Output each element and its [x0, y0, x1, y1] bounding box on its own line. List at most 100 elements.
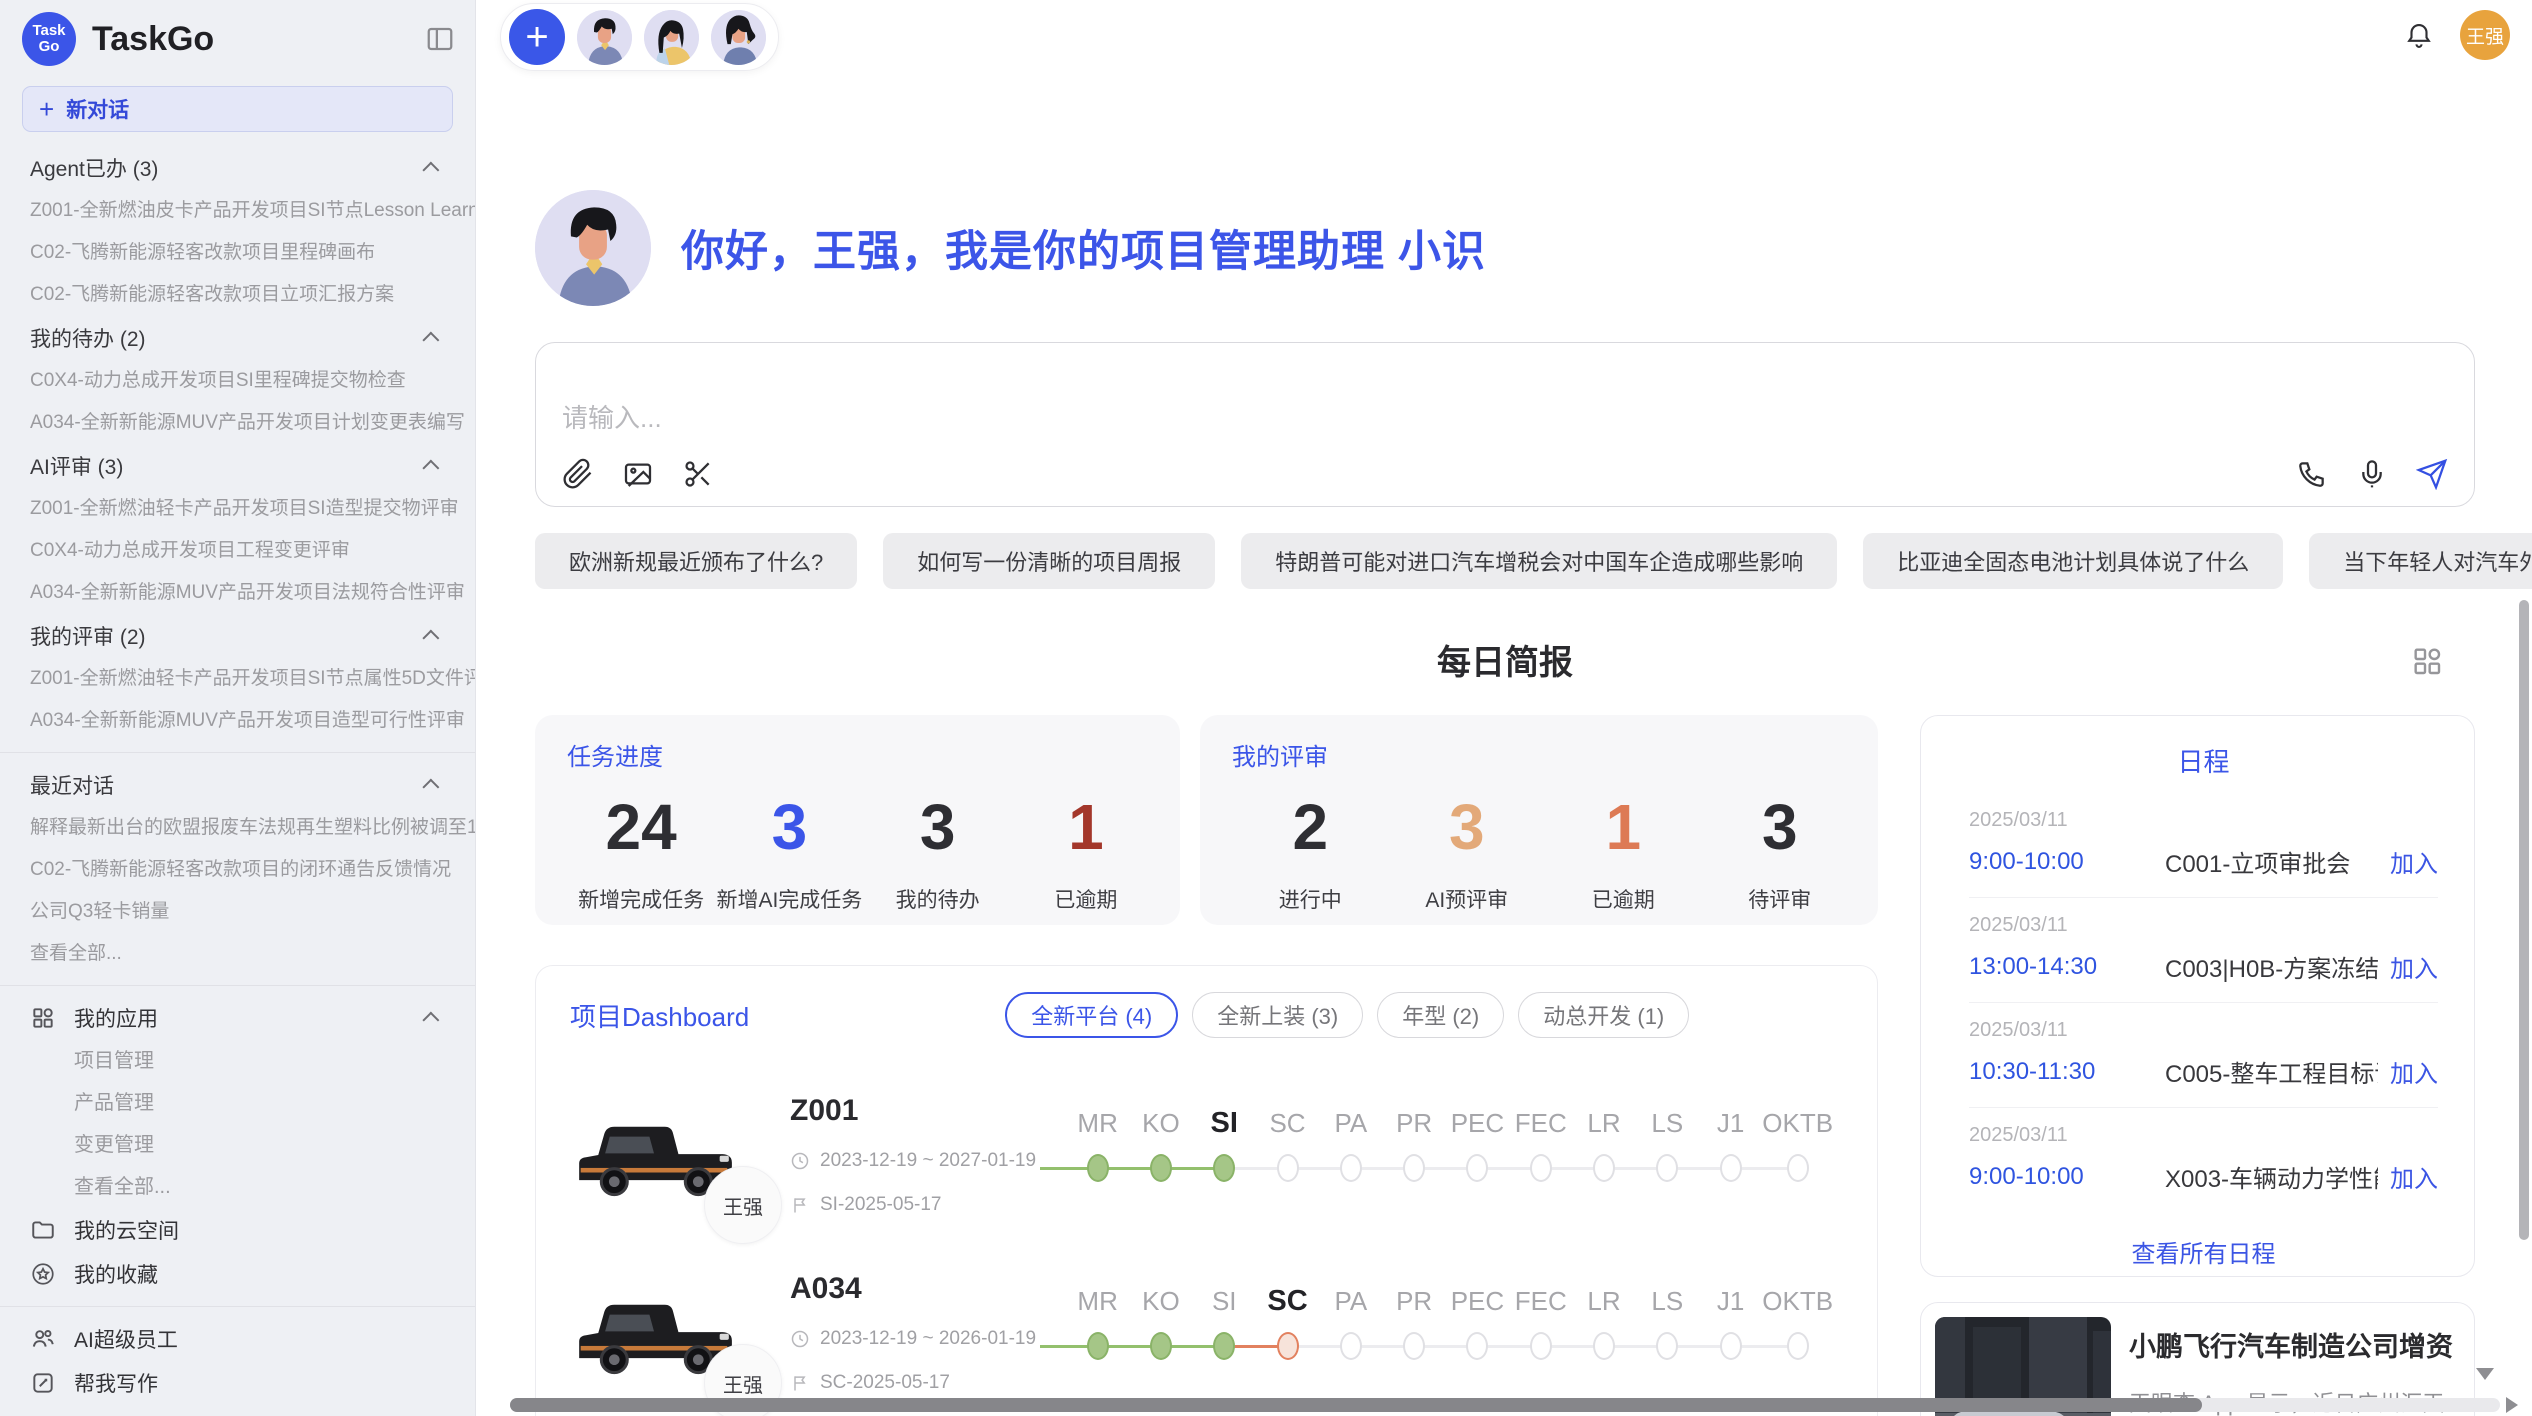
join-link[interactable]: 加入 — [2390, 1054, 2438, 1089]
list-item[interactable]: C02-飞腾新能源轻客改款项目里程碑画布 — [30, 232, 475, 274]
agent-avatar-1[interactable] — [577, 10, 632, 65]
milestone-dot — [1340, 1332, 1362, 1360]
new-chat-button[interactable]: + 新对话 — [22, 86, 453, 132]
sidebar-item-ai-employee[interactable]: AI超级员工 — [30, 1317, 475, 1361]
milestone-dot — [1150, 1154, 1172, 1182]
list-item[interactable]: A034-全新新能源MUV产品开发项目造型可行性评审 — [30, 700, 475, 742]
list-item[interactable]: Z001-全新燃油轻卡产品开发项目SI节点属性5D文件评审 — [30, 658, 475, 700]
join-link[interactable]: 加入 — [2390, 844, 2438, 879]
filter-pill[interactable]: 动总开发 (1) — [1518, 992, 1689, 1038]
scroll-right-arrow-icon[interactable] — [2506, 1397, 2518, 1413]
milestone-label: PR — [1396, 1280, 1432, 1322]
recent-chat-item[interactable]: 解释最新出台的欧盟报废车法规再生塑料比例被调至15%... — [30, 807, 475, 849]
attachment-icon[interactable] — [562, 458, 594, 490]
milestone-dot — [1787, 1154, 1809, 1182]
list-item[interactable]: Z001-全新燃油轻卡产品开发项目SI造型提交物评审 — [30, 488, 475, 530]
list-item[interactable]: C0X4-动力总成开发项目工程变更评审 — [30, 530, 475, 572]
layout-grid-icon[interactable] — [2411, 645, 2443, 677]
sidebar-item-cloud-space[interactable]: 我的云空间 — [30, 1208, 475, 1252]
dashboard-title: 项目Dashboard — [570, 997, 749, 1034]
scroll-down-arrow-icon[interactable] — [2476, 1368, 2494, 1380]
milestone-dot — [1403, 1154, 1425, 1182]
suggestion-chip[interactable]: 如何写一份清晰的项目周报 — [883, 533, 1215, 589]
suggestion-chip[interactable]: 欧洲新规最近颁布了什么? — [535, 533, 857, 589]
filter-pill[interactable]: 全新平台 (4) — [1005, 992, 1178, 1038]
project-row[interactable]: 王强 A034 2023-12-19 ~ 2026-01-19 — [570, 1268, 1843, 1394]
image-icon[interactable] — [622, 458, 654, 490]
list-item[interactable]: C0X4-动力总成开发项目SI里程碑提交物检查 — [30, 360, 475, 402]
list-item[interactable]: A034-全新新能源MUV产品开发项目计划变更表编写 — [30, 402, 475, 444]
suggestion-chip[interactable]: 比亚迪全固态电池计划具体说了什么 — [1863, 533, 2283, 589]
milestone: PA — [1319, 1102, 1382, 1182]
join-link[interactable]: 加入 — [2390, 1159, 2438, 1194]
list-item[interactable]: Z001-全新燃油皮卡产品开发项目SI节点Lesson Learn报告 — [30, 190, 475, 232]
app-item-change-mgmt[interactable]: 变更管理 — [30, 1124, 475, 1166]
user-avatar[interactable]: 王强 — [2460, 10, 2510, 60]
app-item-product-mgmt[interactable]: 产品管理 — [30, 1082, 475, 1124]
milestone-dot — [1593, 1154, 1615, 1182]
vertical-scrollbar[interactable] — [2519, 600, 2529, 1240]
main-content: 你好，王强，我是你的项目管理助理 小识 — [476, 0, 2532, 1416]
suggestion-chip[interactable]: 当下年轻人对汽车外观有怎样的喜好趋势 — [2309, 533, 2532, 589]
logo-text-2: Go — [39, 39, 60, 55]
microphone-icon[interactable] — [2356, 458, 2388, 490]
app-item-project-mgmt[interactable]: 项目管理 — [30, 1040, 475, 1082]
filter-pill[interactable]: 年型 (2) — [1377, 992, 1504, 1038]
metric-label: 进行中 — [1232, 884, 1389, 914]
chat-input[interactable] — [562, 403, 2448, 434]
project-node: SC-2025-05-17 — [820, 1372, 950, 1394]
add-agent-button[interactable]: + — [509, 9, 565, 65]
section-my-todo[interactable]: 我的待办 (2) — [30, 316, 475, 360]
recent-chat-item[interactable]: C02-飞腾新能源轻客改款项目的闭环通告反馈情况 — [30, 849, 475, 891]
milestone-label: SI — [1212, 1280, 1237, 1322]
section-my-review[interactable]: 我的评审 (2) — [30, 614, 475, 658]
milestone-label: SC — [1267, 1280, 1307, 1322]
schedule-card: 日程 2025/03/11 9:00-10:00 C001-立项审批会 加入 2… — [1920, 715, 2475, 1277]
agent-avatar-2[interactable] — [644, 10, 699, 65]
chat-composer — [535, 342, 2475, 507]
list-item[interactable]: A034-全新新能源MUV产品开发项目法规符合性评审 — [30, 572, 475, 614]
metric-label: 新增完成任务 — [567, 884, 715, 914]
dashboard-filters: 全新平台 (4) 全新上装 (3) 年型 (2) 动总开发 (1) — [1005, 992, 1689, 1038]
section-agent-done[interactable]: Agent已办 (3) — [30, 146, 475, 190]
section-ai-review[interactable]: AI评审 (3) — [30, 444, 475, 488]
section-recent-chats[interactable]: 最近对话 — [30, 763, 475, 807]
suggestion-chip[interactable]: 特朗普可能对进口汽车增税会对中国车企造成哪些影响 — [1241, 533, 1837, 589]
metric-label: 已逾期 — [1012, 884, 1160, 914]
milestone-label: PR — [1396, 1102, 1432, 1144]
sidebar-item-creative-draw[interactable]: 创意制图 — [30, 1405, 475, 1416]
milestone: KO — [1129, 1102, 1192, 1182]
divider — [0, 752, 475, 753]
sidebar-item-favorites[interactable]: 我的收藏 — [30, 1252, 475, 1296]
send-icon[interactable] — [2416, 458, 2448, 490]
voice-call-icon[interactable] — [2296, 458, 2328, 490]
recent-chat-item[interactable]: 公司Q3轻卡销量 — [30, 891, 475, 933]
logo-text-1: Task — [32, 23, 65, 39]
sidebar-item-my-apps[interactable]: 我的应用 — [30, 996, 475, 1040]
milestone: FEC — [1509, 1280, 1572, 1360]
apps-view-all[interactable]: 查看全部... — [30, 1166, 475, 1208]
scissors-icon[interactable] — [682, 458, 714, 490]
milestone: LS — [1636, 1280, 1699, 1360]
clock-icon — [790, 1151, 810, 1171]
agent-avatar-3[interactable] — [711, 10, 766, 65]
metric-value: 2 — [1232, 790, 1389, 864]
schedule-item: 2025/03/11 9:00-10:00 X003-车辆动力学性能验... 加… — [1969, 1108, 2438, 1212]
schedule-time: 9:00-10:00 — [1969, 848, 2165, 876]
collapse-sidebar-icon[interactable] — [425, 24, 455, 54]
schedule-date: 2025/03/11 — [1969, 1019, 2438, 1042]
view-all-schedule-link[interactable]: 查看所有日程 — [1969, 1234, 2438, 1269]
project-row[interactable]: 王强 Z001 2023-12-19 ~ 2027-01-19 — [570, 1090, 1843, 1216]
notification-bell-icon[interactable] — [2404, 20, 2434, 50]
filter-pill[interactable]: 全新上装 (3) — [1192, 992, 1363, 1038]
join-link[interactable]: 加入 — [2390, 949, 2438, 984]
card-title: 任务进度 — [567, 737, 1160, 772]
list-item[interactable]: C02-飞腾新能源轻客改款项目立项汇报方案 — [30, 274, 475, 316]
milestone-label: FEC — [1515, 1102, 1567, 1144]
sidebar-item-help-write[interactable]: 帮我写作 — [30, 1361, 475, 1405]
recent-view-all[interactable]: 查看全部... — [30, 933, 475, 975]
milestone-dot — [1787, 1332, 1809, 1360]
horizontal-scrollbar-thumb[interactable] — [510, 1398, 2202, 1412]
horizontal-scrollbar-track[interactable] — [510, 1398, 2500, 1412]
schedule-time: 9:00-10:00 — [1969, 1163, 2165, 1191]
